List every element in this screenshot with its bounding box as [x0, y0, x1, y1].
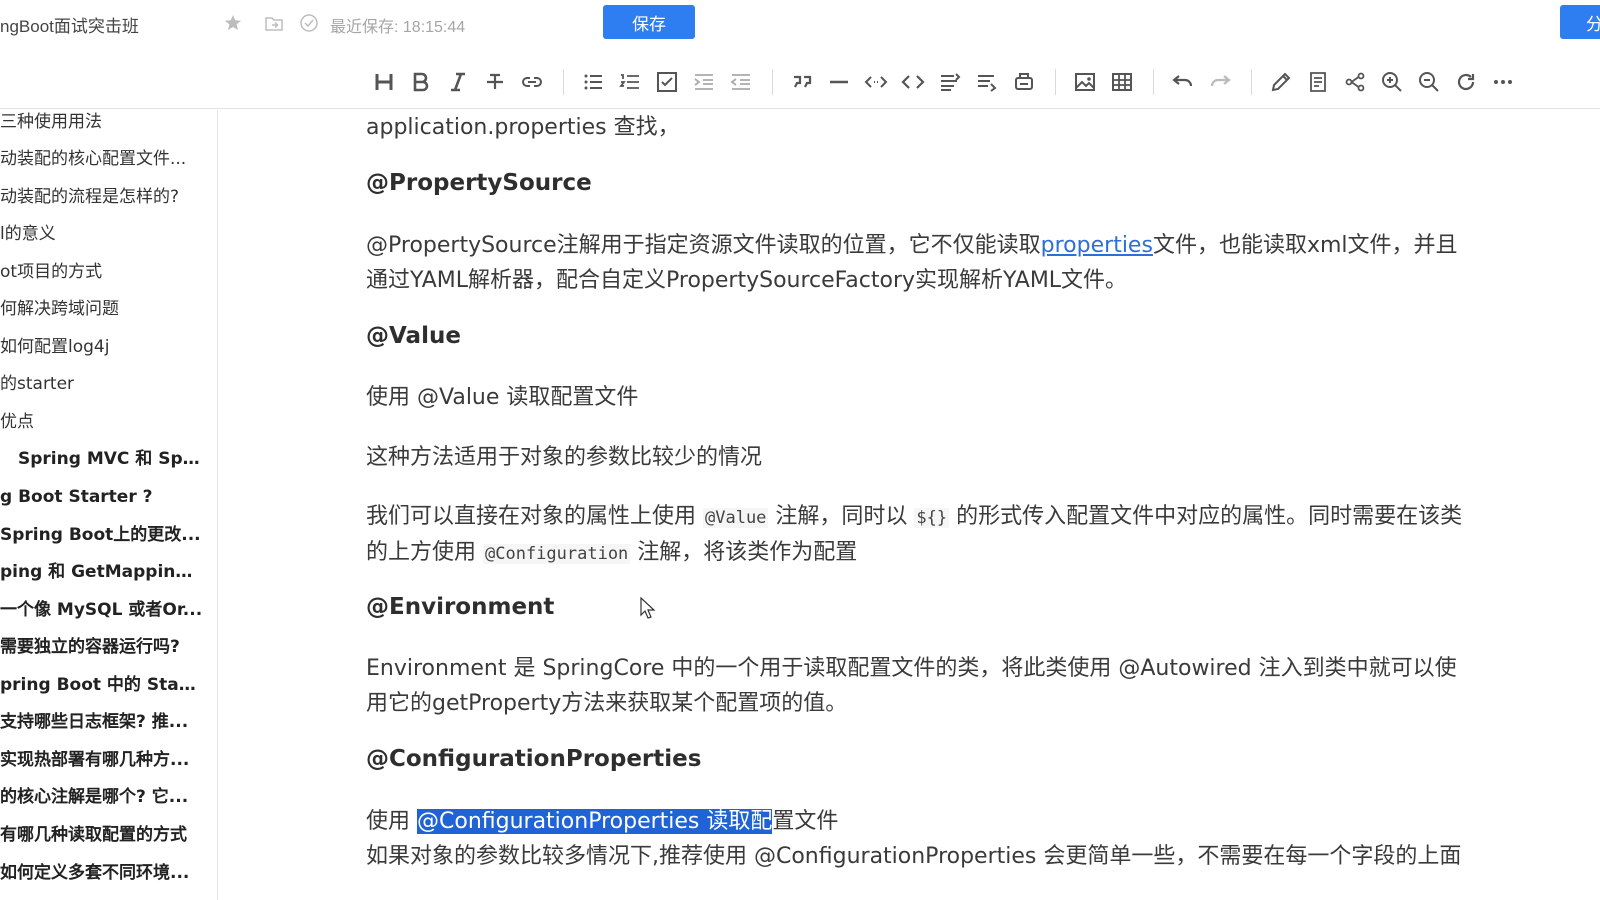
edit-pencil-icon[interactable]: [1267, 68, 1295, 96]
outdent-icon[interactable]: [727, 68, 755, 96]
star-icon[interactable]: [222, 12, 244, 34]
paragraph: Environment 是 SpringCore 中的一个用于读取配置文件的类，…: [366, 656, 1457, 681]
mouse-cursor-icon: [640, 597, 656, 619]
toc-item[interactable]: g Boot Starter ?: [0, 482, 217, 512]
paragraph: 使用 @ConfigurationProperties 读取配置文件: [366, 809, 839, 834]
document-title[interactable]: ngBoot面试突击班: [0, 12, 139, 37]
paragraph: 用它的getProperty方法来获取某个配置项的值。: [366, 691, 848, 716]
toc-item[interactable]: 三种使用用法: [0, 110, 217, 137]
export-icon[interactable]: [1010, 68, 1038, 96]
toc-item[interactable]: pring Boot 中的 Start...: [0, 670, 217, 700]
quote-icon[interactable]: [788, 68, 816, 96]
indent-icon[interactable]: [690, 68, 718, 96]
inline-code: @Value: [703, 508, 769, 528]
link-icon[interactable]: [518, 68, 546, 96]
paragraph: 通过YAML解析器，配合自定义PropertySourceFactory实现解析…: [366, 268, 1128, 293]
paragraph: @PropertySource注解用于指定资源文件读取的位置，它不仅能读取pro…: [366, 233, 1458, 258]
toc-item[interactable]: 需要独立的容器运行吗?: [0, 632, 217, 662]
refresh-icon[interactable]: [1452, 68, 1480, 96]
inline-code: ${}: [914, 508, 950, 528]
preview-icon[interactable]: [1304, 68, 1332, 96]
toc-item[interactable]: Spring MVC 和 Spr...: [0, 444, 217, 474]
heading-property-source: @PropertySource: [366, 170, 592, 196]
paragraph: 如果对象的参数比较多情况下,推荐使用 @ConfigurationPropert…: [366, 844, 1462, 869]
heading-configuration-properties: @ConfigurationProperties: [366, 746, 702, 772]
toolbar-divider: [563, 69, 564, 95]
outline-sidebar: 三种使用用法 动装配的核心配置文件... 动装配的流程是怎样的? l的意义 ot…: [0, 110, 218, 900]
unordered-list-icon[interactable]: [579, 68, 607, 96]
move-folder-icon[interactable]: [263, 12, 285, 34]
toc-item[interactable]: 动装配的流程是怎样的?: [0, 182, 217, 212]
top-bar: ngBoot面试突击班 最近保存: 18:15:44 保存 分: [0, 0, 1600, 50]
ordered-list-icon[interactable]: [616, 68, 644, 96]
code-block-icon[interactable]: [899, 68, 927, 96]
heading-value: @Value: [366, 323, 461, 349]
properties-link[interactable]: properties: [1041, 233, 1153, 258]
image-icon[interactable]: [1071, 68, 1099, 96]
toc-item[interactable]: 如何配置log4j: [0, 332, 217, 362]
toc-item[interactable]: 何解决跨域问题: [0, 294, 217, 324]
paragraph: 的上方使用 @Configuration 注解，将该类作为配置: [366, 540, 858, 565]
more-icon[interactable]: [1489, 68, 1517, 96]
table-of-contents-icon[interactable]: [936, 68, 964, 96]
toc-item[interactable]: l的意义: [0, 219, 217, 249]
table-icon[interactable]: [1108, 68, 1136, 96]
paragraph: 这种方法适用于对象的参数比较少的情况: [366, 445, 763, 470]
share-button[interactable]: 分: [1560, 5, 1600, 39]
saved-check-icon: [298, 12, 320, 34]
toc-item[interactable]: 有哪几种读取配置的方式: [0, 820, 217, 850]
toc-item[interactable]: 的starter: [0, 369, 217, 399]
toc-item[interactable]: 动装配的核心配置文件...: [0, 144, 217, 174]
save-status: 最近保存: 18:15:44: [330, 19, 466, 36]
toc-item[interactable]: 支持哪些日志框架? 推...: [0, 707, 217, 737]
toc-item[interactable]: 优点: [0, 407, 217, 437]
heading-environment: @Environment: [366, 594, 555, 620]
strikethrough-icon[interactable]: [481, 68, 509, 96]
zoom-out-icon[interactable]: [1415, 68, 1443, 96]
text-selection: @ConfigurationProperties 读取配: [417, 809, 773, 834]
checklist-icon[interactable]: [653, 68, 681, 96]
toc-item[interactable]: 一个像 MySQL 或者Or...: [0, 595, 217, 625]
toc-item[interactable]: ping 和 GetMapping...: [0, 557, 217, 587]
toc-item[interactable]: 如何定义多套不同环境...: [0, 858, 217, 888]
bold-icon[interactable]: [407, 68, 435, 96]
toc-item[interactable]: 实现热部署有哪几种方...: [0, 745, 217, 775]
redo-icon[interactable]: [1206, 68, 1234, 96]
toolbar-divider: [1153, 69, 1154, 95]
editor-toolbar: [0, 55, 1600, 109]
editor-area[interactable]: application.properties 查找， @PropertySour…: [219, 110, 1600, 900]
inline-code: @Configuration: [483, 544, 631, 564]
mind-map-icon[interactable]: [1341, 68, 1369, 96]
toolbar-divider: [772, 69, 773, 95]
save-button[interactable]: 保存: [603, 5, 695, 39]
paragraph: application.properties 查找，: [366, 115, 680, 140]
paragraph: 我们可以直接在对象的属性上使用 @Value 注解，同时以 ${} 的形式传入配…: [366, 504, 1463, 529]
horizontal-rule-icon[interactable]: [825, 68, 853, 96]
toc-item[interactable]: 的核心注解是哪个? 它...: [0, 782, 217, 812]
undo-icon[interactable]: [1169, 68, 1197, 96]
toolbar-divider: [1251, 69, 1252, 95]
align-icon[interactable]: [973, 68, 1001, 96]
inline-code-icon[interactable]: [862, 68, 890, 96]
zoom-in-icon[interactable]: [1378, 68, 1406, 96]
paragraph: 使用 @Value 读取配置文件: [366, 385, 639, 410]
toolbar-divider: [1055, 69, 1056, 95]
toc-item[interactable]: Spring Boot上的更改...: [0, 520, 217, 550]
toc-item[interactable]: ot项目的方式: [0, 257, 217, 287]
heading-icon[interactable]: [370, 68, 398, 96]
italic-icon[interactable]: [444, 68, 472, 96]
